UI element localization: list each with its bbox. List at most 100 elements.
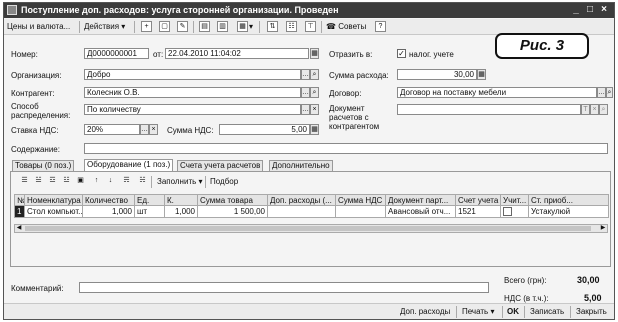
counterparty-field[interactable]: Колесник О.В.	[84, 87, 301, 98]
movements-icon[interactable]: ⇅	[267, 21, 278, 32]
accounted-cell[interactable]	[500, 205, 529, 218]
contract-field[interactable]: Договор на поставку мебели	[397, 87, 597, 98]
select-button[interactable]: …	[597, 87, 606, 98]
delete-row-icon[interactable]: ☳	[61, 176, 72, 187]
close-window-button[interactable]: ×	[598, 4, 610, 16]
goods-sum-cell[interactable]: 1 500,00	[197, 205, 268, 218]
select-button[interactable]: …	[301, 87, 310, 98]
print-menu-button[interactable]: Печать ▾	[462, 306, 494, 317]
scroll-left-icon[interactable]: ◀	[15, 225, 23, 232]
select-button[interactable]: …	[301, 69, 310, 80]
distribution-method-field[interactable]: По количеству	[84, 104, 301, 115]
prices-currency-button[interactable]: Цены и валюта...	[7, 21, 70, 33]
clear-icon[interactable]: ×	[590, 104, 599, 115]
maximize-button[interactable]: □	[584, 4, 596, 16]
account-cell[interactable]: 1521	[455, 205, 501, 218]
unpost-document-icon[interactable]: ▥	[217, 21, 228, 32]
calendar-icon[interactable]: ▦	[310, 48, 319, 59]
column-header[interactable]: №	[14, 194, 25, 206]
batch-document-cell[interactable]: Авансовый отч...	[385, 205, 456, 218]
toolbar-separator	[205, 176, 206, 188]
open-icon[interactable]: ⌕	[310, 87, 319, 98]
purchase-cost-cell[interactable]: Устакулюй	[528, 205, 609, 218]
save-button[interactable]: Записать	[530, 306, 564, 317]
tab-settlement-accounts[interactable]: Счета учета расчетов	[177, 160, 264, 171]
post-document-icon[interactable]: ▤	[199, 21, 210, 32]
open-icon[interactable]: ⌕	[310, 69, 319, 80]
open-icon[interactable]: ⌕	[599, 104, 608, 115]
sort-asc-icon[interactable]: ☴	[121, 176, 132, 187]
extra-expenses-button[interactable]: Доп. расходы	[400, 306, 450, 317]
table-header-row: № Номенклатура Количество Ед. К. Сумма т…	[14, 194, 609, 206]
column-header[interactable]: Сумма товара	[197, 194, 268, 206]
copy-icon[interactable]: ▢	[159, 21, 170, 32]
close-button[interactable]: Закрыть	[576, 306, 607, 317]
minimize-button[interactable]: _	[570, 4, 582, 16]
organization-field[interactable]: Добро	[84, 69, 301, 80]
select-button[interactable]: …	[301, 104, 310, 115]
select-button[interactable]: …	[140, 124, 149, 135]
accounted-checkbox[interactable]	[503, 207, 512, 216]
row-number-cell[interactable]: 1	[14, 205, 25, 218]
filter-icon[interactable]: ⊤	[305, 21, 316, 32]
column-header[interactable]: Сумма НДС	[335, 194, 386, 206]
tab-goods[interactable]: Товары (0 поз.)	[12, 160, 75, 171]
structure-icon[interactable]: ☷	[286, 21, 297, 32]
chevron-down-icon[interactable]: ▾	[249, 21, 253, 33]
copy-row-icon[interactable]: ☱	[33, 176, 44, 187]
expense-sum-field[interactable]: 30,00	[397, 69, 477, 80]
settlement-document-field[interactable]	[397, 104, 581, 115]
ok-button[interactable]: OK	[507, 306, 519, 317]
column-header[interactable]: Доп. расходы (...	[267, 194, 336, 206]
move-up-icon[interactable]: ↑	[91, 176, 102, 187]
based-on-icon[interactable]: ▦	[237, 21, 248, 32]
clear-icon[interactable]: ×	[310, 104, 319, 115]
add-icon[interactable]: +	[141, 21, 152, 32]
advice-button[interactable]: ☎ Советы	[326, 21, 366, 33]
end-edit-icon[interactable]: ▣	[75, 176, 86, 187]
comment-label: Комментарий:	[11, 284, 64, 293]
column-header[interactable]: К.	[164, 194, 198, 206]
edit-icon[interactable]: ✎	[177, 21, 188, 32]
column-header[interactable]: Ст. приоб...	[528, 194, 609, 206]
number-field[interactable]: Д0000000001	[84, 48, 149, 59]
nomenclature-cell[interactable]: Стол компьют...	[24, 205, 83, 218]
comment-field[interactable]	[79, 282, 489, 293]
tab-additional[interactable]: Дополнительно	[269, 160, 333, 171]
content-field[interactable]	[84, 143, 608, 154]
vat-sum-cell[interactable]	[335, 205, 386, 218]
sort-desc-icon[interactable]: ☵	[137, 176, 148, 187]
actions-menu-button[interactable]: Действия ▾	[84, 21, 125, 33]
quantity-cell[interactable]: 1,000	[82, 205, 135, 218]
scroll-right-icon[interactable]: ▶	[599, 225, 607, 232]
add-row-icon[interactable]: ☰	[19, 176, 30, 187]
total-label: Всего (грн):	[504, 276, 547, 285]
open-icon[interactable]: ⌕	[606, 87, 613, 98]
calculator-icon[interactable]: ▦	[310, 124, 319, 135]
table-row[interactable]: 1 Стол компьют... 1,000 шт 1,000 1 500,0…	[14, 205, 609, 218]
calculator-icon[interactable]: ▦	[477, 69, 486, 80]
scrollbar-thumb[interactable]	[25, 226, 591, 231]
column-header[interactable]: Документ парт...	[385, 194, 456, 206]
column-header[interactable]: Номенклатура	[24, 194, 83, 206]
edit-row-icon[interactable]: ☲	[47, 176, 58, 187]
fill-menu-button[interactable]: Заполнить ▾	[157, 176, 203, 188]
column-header[interactable]: Количество	[82, 194, 135, 206]
tab-equipment[interactable]: Оборудование (1 поз.)	[84, 159, 174, 171]
select-items-button[interactable]: Подбор	[210, 176, 238, 188]
extra-expenses-cell[interactable]	[267, 205, 336, 218]
column-header[interactable]: Ед.	[134, 194, 165, 206]
column-header[interactable]: Учит...	[500, 194, 529, 206]
clear-icon[interactable]: ×	[149, 124, 158, 135]
type-icon[interactable]: T	[581, 104, 590, 115]
tax-accounting-checkbox[interactable]: ✓	[397, 49, 406, 58]
horizontal-scrollbar[interactable]: ◀ ▶	[14, 224, 608, 233]
help-button[interactable]: ?	[375, 21, 386, 32]
date-field[interactable]: 22.04.2010 11:04:02	[165, 48, 309, 59]
column-header[interactable]: Счет учета	[455, 194, 501, 206]
move-down-icon[interactable]: ↓	[105, 176, 116, 187]
coefficient-cell[interactable]: 1,000	[164, 205, 198, 218]
unit-cell[interactable]: шт	[134, 205, 165, 218]
vat-rate-field[interactable]: 20%	[84, 124, 140, 135]
vat-sum-field[interactable]: 5,00	[219, 124, 310, 135]
